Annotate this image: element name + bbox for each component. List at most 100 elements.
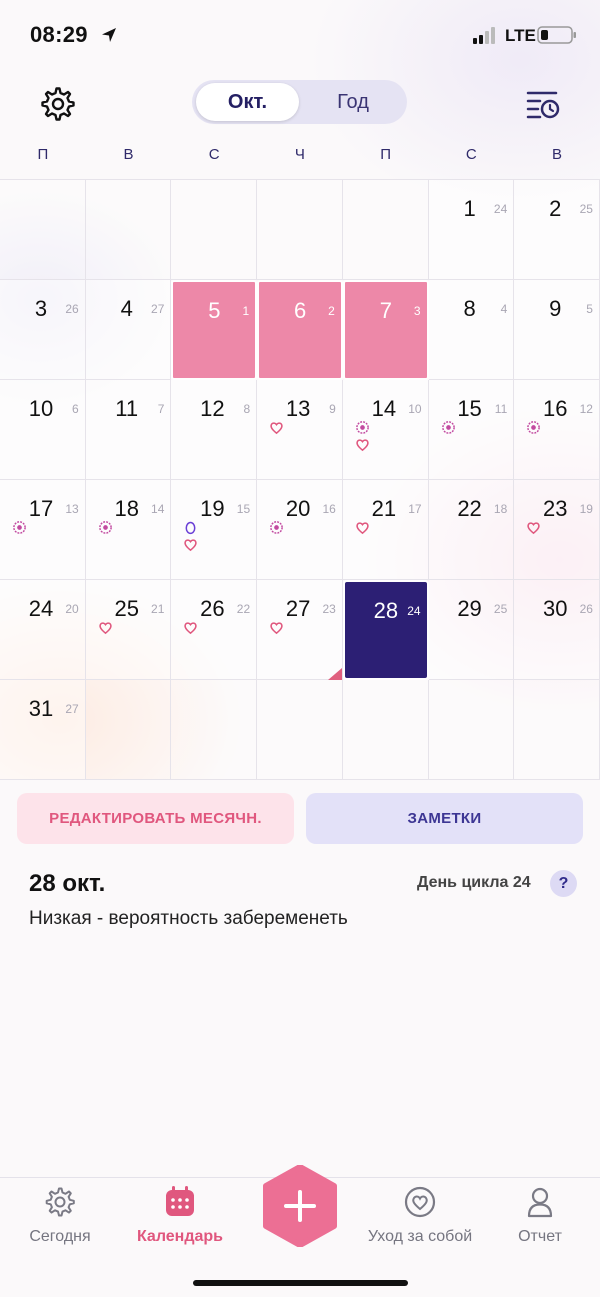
cycle-day-number: 20: [65, 602, 79, 616]
calendar-day-24[interactable]: 24 20: [0, 580, 86, 680]
cycle-day-number: 26: [65, 302, 79, 316]
view-segmented-control: Окт. Год: [192, 80, 407, 124]
cycle-day-number: 14: [151, 502, 165, 516]
calendar-day-22[interactable]: 22 18: [428, 480, 515, 580]
status-time: 08:29: [30, 22, 88, 47]
signal-icon: [473, 27, 495, 44]
tab-selfcare[interactable]: Уход за собой: [360, 1178, 480, 1268]
calendar-day-10[interactable]: 10 6: [0, 380, 86, 480]
flower-icon: [98, 520, 113, 535]
calendar-day-21[interactable]: 21 17: [342, 480, 429, 580]
selected-date: 28 окт.: [29, 870, 106, 897]
cycle-day-number: 11: [494, 402, 508, 416]
cycle-day-number: 3: [413, 304, 421, 318]
calendar-day-8[interactable]: 84: [428, 280, 515, 380]
calendar-day-27[interactable]: 27 23: [257, 580, 343, 680]
cycle-day-number: 25: [493, 602, 508, 616]
weekday-label: Ч: [294, 146, 305, 163]
tab-month[interactable]: Окт.: [196, 83, 299, 121]
calendar-icon: [166, 1186, 194, 1216]
cycle-day-number: 7: [157, 402, 165, 416]
calendar-day-2[interactable]: 2 25: [514, 180, 600, 280]
calendar-day-29[interactable]: 29 25: [428, 580, 515, 680]
tab-year[interactable]: Год: [302, 83, 404, 121]
cycle-day-number: 8: [243, 402, 251, 416]
calendar-empty-cell: [85, 180, 172, 280]
calendar-day-16[interactable]: 16 12: [514, 380, 600, 480]
heart-icon: [355, 437, 370, 452]
cycle-day-number: 24: [493, 202, 508, 216]
day-number: 11: [115, 396, 139, 421]
day-markers: [269, 520, 299, 537]
weekday-label: П: [380, 146, 391, 163]
calendar-day-17[interactable]: 17 13: [0, 480, 86, 580]
cycle-day-number: 5: [586, 302, 593, 316]
cycle-day-number: 1: [242, 304, 250, 318]
history-list-icon[interactable]: [522, 84, 562, 124]
day-number: 10: [28, 396, 54, 421]
home-indicator: [193, 1280, 408, 1286]
calendar-day-6[interactable]: 62: [257, 280, 343, 380]
weekday-label: П: [37, 146, 49, 163]
day-markers: [441, 420, 471, 437]
calendar-day-11[interactable]: 11 7: [85, 380, 172, 480]
day-number: 13: [285, 396, 311, 421]
add-button[interactable]: [262, 1165, 338, 1247]
calendar-empty-cell: [171, 180, 258, 280]
calendar-day-28[interactable]: 28 24: [342, 580, 429, 680]
day-number: 12: [200, 396, 225, 421]
header: Окт. Год: [0, 70, 600, 140]
tab-selfcare-label: Уход за собой: [367, 1228, 473, 1245]
help-button[interactable]: ?: [550, 870, 577, 897]
calendar-empty-cell: [257, 680, 343, 780]
heart-icon: [269, 620, 284, 635]
calendar-day-9[interactable]: 95: [514, 280, 600, 380]
calendar-empty-cell: [428, 680, 515, 780]
calendar-day-30[interactable]: 30 26: [514, 580, 600, 680]
day-markers: [269, 620, 299, 637]
day-number: 8: [463, 296, 476, 321]
calendar-day-4[interactable]: 4 27: [85, 280, 172, 380]
tab-calendar[interactable]: Календарь: [120, 1178, 240, 1268]
battery-icon: [537, 26, 576, 44]
calendar-day-5[interactable]: 51: [171, 280, 258, 380]
tab-today[interactable]: Сегодня: [0, 1178, 120, 1268]
selfcare-heart-icon: [404, 1186, 436, 1218]
calendar-day-1[interactable]: 1 24: [428, 180, 515, 280]
weekday-header: П В С Ч П С В: [0, 146, 600, 174]
calendar-day-7[interactable]: 73: [342, 280, 429, 380]
calendar-day-15[interactable]: 15 11: [428, 380, 515, 480]
cycle-day-number: 26: [579, 602, 593, 616]
tab-report[interactable]: Отчет: [480, 1178, 600, 1268]
cycle-day-label: День цикла 24: [417, 874, 531, 891]
cycle-day-number: 18: [493, 502, 508, 516]
weekday-label: С: [208, 146, 220, 163]
cycle-day-number: 13: [65, 502, 79, 516]
calendar-day-31[interactable]: 31 27: [0, 680, 86, 780]
calendar-day-26[interactable]: 26 22: [171, 580, 258, 680]
cycle-day-number: 10: [408, 402, 422, 416]
calendar-day-13[interactable]: 13 9: [257, 380, 343, 480]
heart-icon: [269, 420, 284, 435]
day-markers: [12, 520, 42, 537]
calendar-empty-cell: [85, 680, 172, 780]
gear-icon: [45, 1187, 75, 1217]
tab-today-label: Сегодня: [29, 1228, 91, 1245]
calendar-day-18[interactable]: 18 14: [85, 480, 172, 580]
calendar-day-14[interactable]: 14 10: [342, 380, 429, 480]
day-markers: [526, 420, 556, 437]
settings-button[interactable]: [36, 82, 80, 126]
calendar-empty-cell: [342, 180, 429, 280]
flower-icon: [526, 420, 541, 435]
edit-period-button[interactable]: РЕДАКТИРОВАТЬ МЕСЯЧН.: [17, 793, 294, 844]
calendar-day-20[interactable]: 20 16: [257, 480, 343, 580]
calendar-day-25[interactable]: 25 21: [85, 580, 172, 680]
calendar-day-19[interactable]: 19 15: [171, 480, 258, 580]
calendar-day-3[interactable]: 3 26: [0, 280, 86, 380]
calendar-day-23[interactable]: 23 19: [514, 480, 600, 580]
cycle-day-number: 21: [151, 602, 165, 616]
tab-calendar-label: Календарь: [136, 1228, 224, 1245]
notes-button[interactable]: ЗАМЕТКИ: [306, 793, 583, 844]
fertility-status: Низкая - вероятность забеременеть: [29, 908, 348, 929]
calendar-day-12[interactable]: 12 8: [171, 380, 258, 480]
